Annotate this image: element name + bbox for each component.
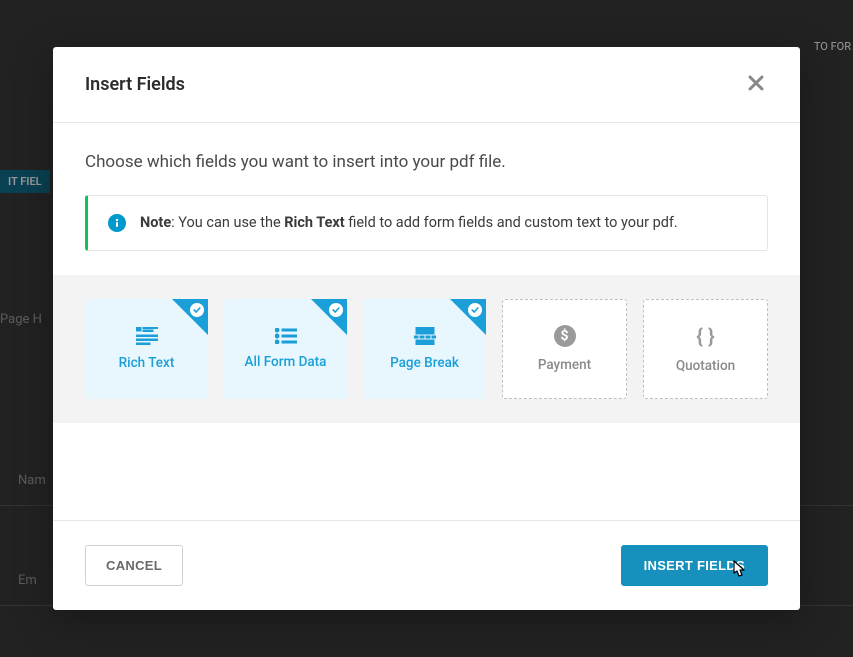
list-icon [275,328,297,344]
note-text: Note: You can use the Rich Text field to… [140,214,678,231]
field-label: Rich Text [119,355,175,371]
field-card-page-break[interactable]: Page Break [363,299,486,399]
field-card-quotation[interactable]: { } Quotation [643,299,768,399]
field-label: Quotation [676,358,735,374]
fields-row: Rich Text All Form Data [53,275,800,423]
note-before: : You can use the [171,214,284,231]
note-box: Note: You can use the Rich Text field to… [85,195,768,251]
modal-body: Choose which fields you want to insert i… [53,123,800,520]
dollar-icon: $ [554,325,576,347]
selected-corner [172,299,208,335]
modal-header: Insert Fields [53,47,800,123]
page-break-icon [414,327,436,345]
insert-fields-modal: Insert Fields Choose which fields you wa… [53,47,800,610]
check-icon [190,303,204,317]
field-card-payment[interactable]: $ Payment [502,299,627,399]
instructions-text: Choose which fields you want to insert i… [53,123,800,195]
modal-title: Insert Fields [85,74,185,95]
selected-corner [450,299,486,335]
cancel-button[interactable]: CANCEL [85,545,183,586]
field-label: All Form Data [245,354,327,370]
close-icon [748,75,764,94]
close-button[interactable] [744,71,768,98]
modal-footer: CANCEL INSERT FIELDS [53,520,800,610]
field-label: Page Break [390,355,459,371]
insert-fields-button[interactable]: INSERT FIELDS [621,545,768,586]
field-label: Payment [538,357,591,373]
info-icon [108,214,126,232]
selected-corner [311,299,347,335]
field-card-rich-text[interactable]: Rich Text [85,299,208,399]
note-after: field to add form fields and custom text… [345,214,678,231]
check-icon [329,303,343,317]
note-prefix: Note [140,214,171,231]
check-icon [468,303,482,317]
field-card-all-form-data[interactable]: All Form Data [224,299,347,399]
note-bold: Rich Text [284,214,344,231]
braces-icon: { } [696,324,714,348]
rich-text-icon [136,327,158,345]
